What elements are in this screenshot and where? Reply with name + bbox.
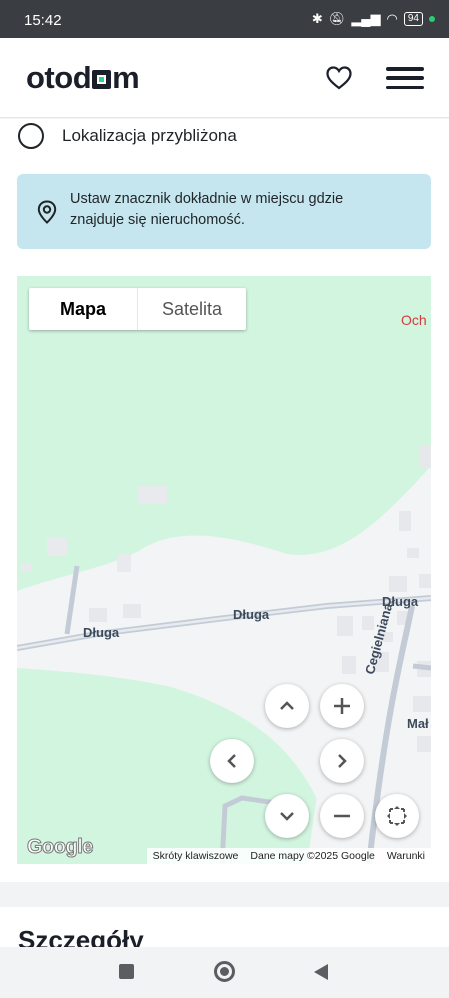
pan-down-button[interactable] <box>265 794 309 838</box>
status-time: 15:42 <box>24 12 62 29</box>
plus-icon <box>334 698 350 714</box>
zoom-out-button[interactable] <box>320 794 364 838</box>
logo-mark-icon <box>92 69 112 89</box>
keyboard-shortcuts-link[interactable]: Skróty klawiszowe <box>147 850 245 862</box>
map-pin-icon <box>37 200 57 224</box>
map[interactable]: Mapa Satelita Och Długa Długa Długa Cegi… <box>17 276 431 864</box>
chevron-right-icon <box>338 754 347 768</box>
pan-up-button[interactable] <box>265 684 309 728</box>
map-attribution: Skróty klawiszowe Dane mapy ©2025 Google… <box>146 848 431 864</box>
system-navigation-bar <box>0 947 449 998</box>
street-label: Długa <box>233 607 270 622</box>
street-label: Długa <box>83 625 120 640</box>
radio-label: Lokalizacja przybliżona <box>62 126 237 145</box>
logo-text-left: otod <box>26 60 92 95</box>
logo[interactable]: otod m <box>26 60 140 96</box>
signal-icon: ▂▄▆ <box>351 11 381 26</box>
minus-icon <box>334 814 350 818</box>
info-banner: Ustaw znacznik dokładnie w miejscu gdzie… <box>17 174 431 249</box>
chevron-left-icon <box>227 754 236 768</box>
chevron-up-icon <box>280 701 294 710</box>
map-type-toggle: Mapa Satelita <box>29 288 246 330</box>
home-icon[interactable] <box>214 961 235 982</box>
pan-right-button[interactable] <box>320 739 364 783</box>
street-label: Mał <box>407 716 429 731</box>
location-section: Lokalizacja przybliżona Ustaw znacznik d… <box>0 119 449 882</box>
map-data-text: Dane mapy ©2025 Google <box>250 850 375 862</box>
app-header: otod m <box>0 38 449 118</box>
battery-icon: 94 <box>403 12 423 26</box>
status-bar: 15:42 ✱ 🔕︎ ▂▄▆ ◠ 94 <box>0 0 449 38</box>
chevron-down-icon <box>280 812 294 821</box>
wifi-icon: ◠ <box>386 11 398 26</box>
recent-apps-icon[interactable] <box>119 964 134 979</box>
map-type-satellite-button[interactable]: Satelita <box>138 288 246 330</box>
logo-text-right: m <box>112 60 140 95</box>
fullscreen-icon <box>387 806 407 826</box>
status-icons: ✱ 🔕︎ ▂▄▆ ◠ 94 <box>312 11 435 27</box>
mute-icon: 🔕︎ <box>328 11 346 26</box>
pan-left-button[interactable] <box>210 739 254 783</box>
heart-icon[interactable] <box>326 66 352 90</box>
terms-link[interactable]: Warunki <box>381 850 431 862</box>
back-icon[interactable] <box>314 964 328 980</box>
radio-button[interactable] <box>18 123 44 149</box>
google-logo: Google <box>27 836 94 859</box>
info-text: Ustaw znacznik dokładnie w miejscu gdzie… <box>70 191 344 228</box>
map-place-label: Och <box>401 312 427 328</box>
approximate-location-option[interactable]: Lokalizacja przybliżona <box>18 123 237 149</box>
zoom-in-button[interactable] <box>320 684 364 728</box>
privacy-dot-icon <box>429 16 435 22</box>
bluetooth-icon: ✱ <box>311 11 323 26</box>
hamburger-menu-icon[interactable] <box>386 67 424 89</box>
map-type-map-button[interactable]: Mapa <box>29 288 138 330</box>
fullscreen-button[interactable] <box>375 794 419 838</box>
